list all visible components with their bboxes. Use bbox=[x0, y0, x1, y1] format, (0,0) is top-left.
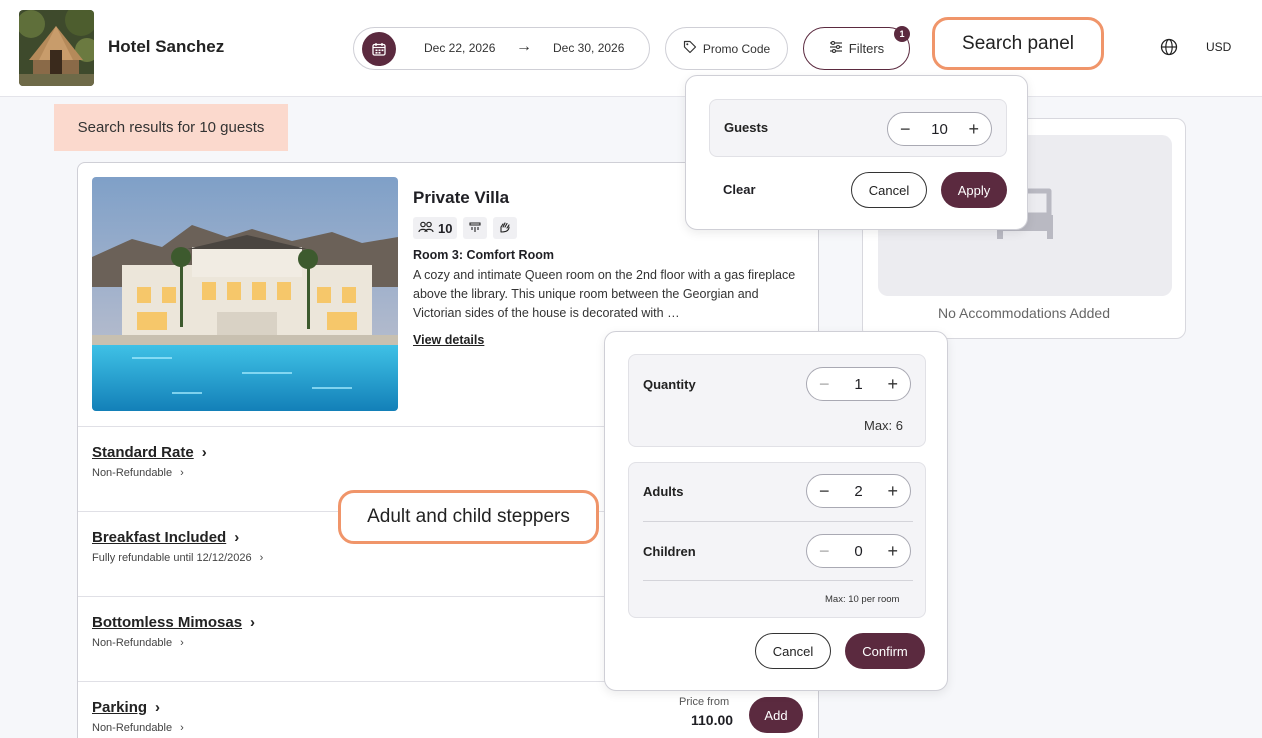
occupancy-max-note: Max: 10 per room bbox=[825, 594, 900, 605]
date-range-picker[interactable]: Dec 22, 2026 → Dec 30, 2026 bbox=[353, 27, 650, 70]
chevron-right-icon: › bbox=[155, 699, 161, 716]
rate-name-link[interactable]: Breakfast Included › bbox=[92, 529, 239, 546]
room-occupancy-panel: Quantity − 1 + Max: 6 Adults − 2 + Child… bbox=[604, 331, 948, 691]
no-accommodations-text: No Accommodations Added bbox=[938, 305, 1110, 321]
minus-icon[interactable]: − bbox=[819, 542, 830, 560]
check-out-date[interactable]: Dec 30, 2026 bbox=[553, 41, 624, 55]
shower-icon bbox=[468, 221, 482, 236]
plus-icon[interactable]: + bbox=[968, 120, 979, 138]
children-value[interactable]: 0 bbox=[854, 543, 862, 560]
price-from-label: Price from bbox=[679, 696, 730, 708]
guests-stepper: − 10 + bbox=[887, 112, 992, 146]
quantity-label: Quantity bbox=[643, 377, 696, 392]
cancel-button[interactable]: Cancel bbox=[851, 172, 927, 208]
view-details-link[interactable]: View details bbox=[413, 333, 484, 347]
rate-name[interactable]: Breakfast Included bbox=[92, 529, 226, 546]
search-panel-callout: Search panel bbox=[932, 17, 1104, 70]
globe-icon[interactable] bbox=[1160, 38, 1178, 61]
sliders-icon bbox=[829, 40, 843, 56]
chevron-right-icon: › bbox=[201, 444, 207, 461]
guests-value[interactable]: 10 bbox=[931, 121, 948, 138]
room-subtitle: Room 3: Comfort Room bbox=[413, 248, 554, 262]
steppers-callout: Adult and child steppers bbox=[338, 490, 599, 544]
rate-name[interactable]: Standard Rate bbox=[92, 444, 194, 461]
adults-stepper: − 2 + bbox=[806, 474, 911, 508]
chevron-right-icon: › bbox=[180, 722, 184, 734]
rate-policy[interactable]: Fully refundable until 12/12/2026 › bbox=[92, 552, 263, 564]
chevron-right-icon: › bbox=[234, 529, 240, 546]
occupancy-field: Adults − 2 + Children − 0 + Max: 10 per … bbox=[628, 462, 926, 618]
quantity-field: Quantity − 1 + Max: 6 bbox=[628, 354, 926, 447]
filters-button[interactable]: Filters 1 bbox=[803, 26, 910, 70]
rate-name-link[interactable]: Bottomless Mimosas › bbox=[92, 614, 255, 631]
children-stepper: − 0 + bbox=[806, 534, 911, 568]
guests-label: Guests bbox=[724, 120, 769, 135]
children-label: Children bbox=[643, 544, 696, 559]
rate-policy[interactable]: Non-Refundable › bbox=[92, 637, 184, 649]
quantity-max-note: Max: 6 bbox=[864, 418, 904, 433]
rate-policy-text[interactable]: Non-Refundable bbox=[92, 722, 172, 734]
adults-label: Adults bbox=[643, 484, 684, 499]
pet-friendly-amenity bbox=[493, 217, 518, 239]
guest-capacity-badge: 10 bbox=[413, 217, 458, 239]
quantity-value[interactable]: 1 bbox=[854, 376, 862, 393]
divider bbox=[643, 580, 913, 581]
chevron-right-icon: › bbox=[259, 552, 264, 564]
promo-code-label: Promo Code bbox=[702, 41, 771, 56]
hotel-logo[interactable] bbox=[19, 10, 94, 86]
plus-icon[interactable]: + bbox=[887, 482, 898, 500]
users-icon bbox=[418, 221, 434, 236]
shower-amenity bbox=[463, 217, 488, 239]
rate-name[interactable]: Parking bbox=[92, 699, 147, 716]
confirm-button[interactable]: Confirm bbox=[845, 633, 925, 669]
promo-code-button[interactable]: Promo Code bbox=[665, 27, 788, 70]
guest-capacity-value: 10 bbox=[438, 220, 453, 236]
tag-icon bbox=[683, 40, 697, 57]
minus-icon[interactable]: − bbox=[819, 375, 830, 393]
rate-name-link[interactable]: Parking › bbox=[92, 699, 160, 716]
amenities-row: 10 bbox=[413, 217, 518, 239]
calendar-icon[interactable] bbox=[362, 32, 396, 66]
add-button[interactable]: Add bbox=[749, 697, 803, 733]
minus-icon[interactable]: − bbox=[900, 120, 911, 138]
quantity-stepper: − 1 + bbox=[806, 367, 911, 401]
guests-filter-panel: Guests − 10 + Clear Cancel Apply bbox=[685, 75, 1028, 230]
results-banner: Search results for 10 guests bbox=[54, 104, 288, 151]
room-photo[interactable] bbox=[92, 177, 398, 411]
filters-count-badge: 1 bbox=[894, 26, 910, 42]
rate-policy-text[interactable]: Non-Refundable bbox=[92, 637, 172, 649]
hotel-name: Hotel Sanchez bbox=[108, 37, 225, 56]
chevron-right-icon: › bbox=[180, 637, 184, 649]
rate-policy-text[interactable]: Non-Refundable bbox=[92, 467, 172, 479]
filters-label: Filters bbox=[848, 41, 885, 56]
currency-selector[interactable]: USD bbox=[1206, 40, 1231, 54]
price-value: 110.00 bbox=[691, 712, 734, 728]
minus-icon[interactable]: − bbox=[819, 482, 830, 500]
rate-name[interactable]: Bottomless Mimosas bbox=[92, 614, 242, 631]
rate-policy[interactable]: Non-Refundable › bbox=[92, 467, 184, 479]
rate-policy[interactable]: Non-Refundable › bbox=[92, 722, 184, 734]
plus-icon[interactable]: + bbox=[887, 375, 898, 393]
cancel-button[interactable]: Cancel bbox=[755, 633, 831, 669]
guests-field: Guests − 10 + bbox=[709, 99, 1007, 157]
rate-policy-text[interactable]: Fully refundable until 12/12/2026 bbox=[92, 552, 252, 564]
rate-name-link[interactable]: Standard Rate › bbox=[92, 444, 207, 461]
room-description: A cozy and intimate Queen room on the 2n… bbox=[413, 268, 796, 320]
apply-button[interactable]: Apply bbox=[941, 172, 1007, 208]
chevron-right-icon: › bbox=[250, 614, 256, 631]
room-title: Private Villa bbox=[413, 188, 510, 207]
hand-icon bbox=[498, 221, 512, 236]
top-bar: Hotel Sanchez Dec 22, 2026 → Dec 30, 202… bbox=[0, 0, 1262, 97]
check-in-date[interactable]: Dec 22, 2026 bbox=[424, 41, 495, 55]
plus-icon[interactable]: + bbox=[887, 542, 898, 560]
chevron-right-icon: › bbox=[180, 467, 184, 479]
clear-button[interactable]: Clear bbox=[723, 182, 756, 197]
arrow-right-icon: → bbox=[516, 38, 532, 55]
divider bbox=[643, 521, 913, 522]
adults-value[interactable]: 2 bbox=[854, 483, 862, 500]
